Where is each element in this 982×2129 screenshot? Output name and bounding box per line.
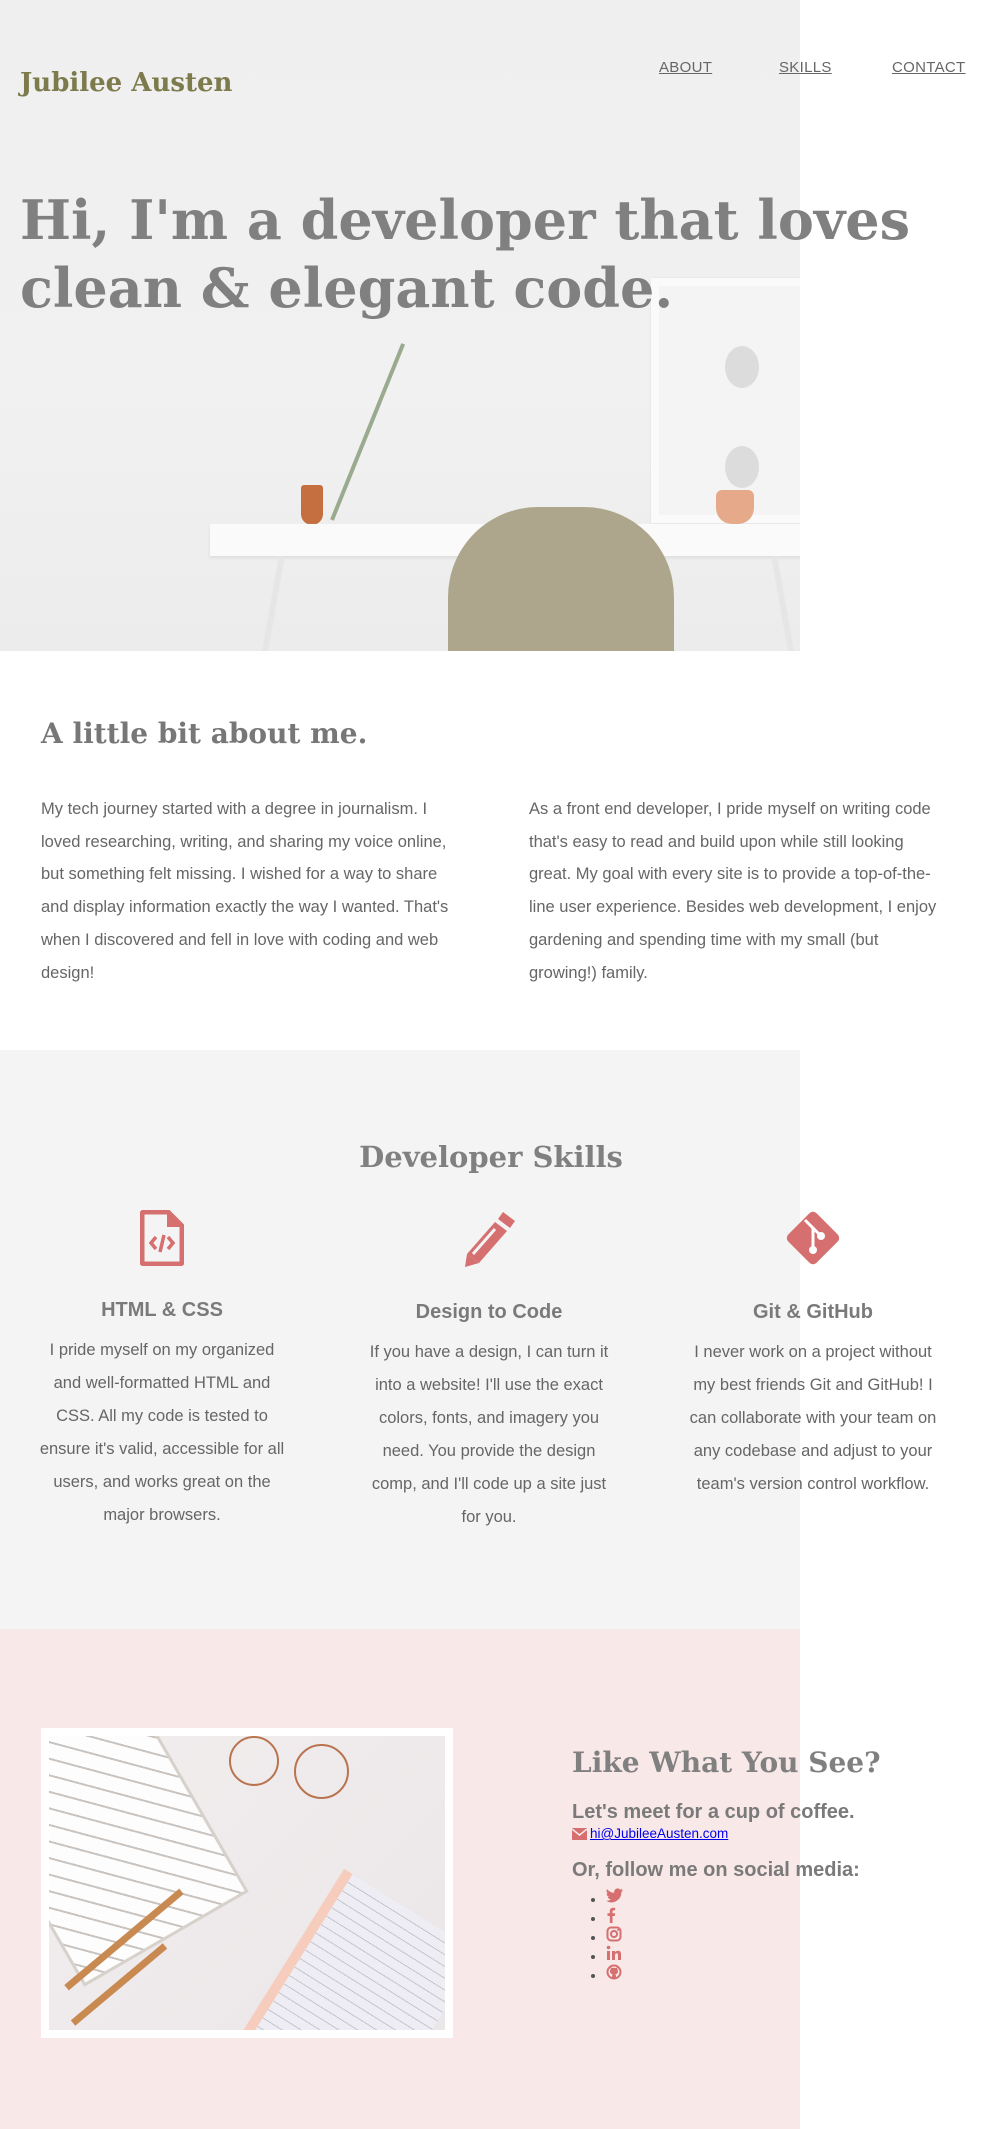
file-code-icon — [140, 1210, 184, 1266]
about-title: A little bit about me. — [41, 717, 368, 750]
github-icon[interactable] — [606, 1964, 622, 1980]
pencil-icon — [465, 1212, 515, 1267]
social-twitter[interactable] — [606, 1888, 972, 1907]
candle-image — [301, 485, 323, 525]
twitter-icon[interactable] — [606, 1888, 624, 1904]
nav-about[interactable]: ABOUT — [659, 59, 712, 76]
git-icon — [786, 1211, 840, 1265]
skill-text: I pride myself on my organized and well-… — [39, 1341, 285, 1524]
nav-skills[interactable]: SKILLS — [779, 59, 832, 76]
skill-title: Git & GitHub — [753, 1301, 873, 1323]
plant-image — [330, 343, 406, 521]
social-title: Or, follow me on social media: — [572, 1859, 860, 1881]
skill-title: Design to Code — [415, 1301, 563, 1323]
instagram-icon[interactable] — [606, 1926, 622, 1942]
skill-design-to-code: Design to Code If you have a design, I c… — [364, 1210, 614, 1534]
linkedin-icon[interactable] — [606, 1945, 622, 1961]
chair-image — [448, 507, 674, 651]
skill-text: If you have a design, I can turn it into… — [369, 1343, 609, 1526]
skill-html-css: HTML & CSS I pride myself on my organize… — [37, 1210, 287, 1532]
social-instagram[interactable] — [606, 1926, 972, 1945]
hero-headline: Hi, I'm a developer that loves clean & el… — [20, 186, 910, 322]
email-link[interactable]: hi@JubileeAusten.com — [590, 1826, 728, 1841]
social-facebook[interactable] — [606, 1907, 972, 1926]
contact-subtitle: Let's meet for a cup of coffee. — [572, 1801, 855, 1823]
pot-image — [716, 490, 754, 524]
envelope-icon — [572, 1827, 587, 1840]
headline-line-2: clean & elegant code. — [20, 256, 674, 320]
desk-flatlay-photo — [41, 1728, 453, 2038]
skill-text: I never work on a project without my bes… — [689, 1343, 937, 1493]
about-section: A little bit about me. My tech journey s… — [0, 651, 982, 1050]
social-github[interactable] — [606, 1964, 972, 1983]
headline-line-1: Hi, I'm a developer that loves — [20, 188, 910, 252]
nav-contact[interactable]: CONTACT — [892, 59, 965, 76]
site-logo[interactable]: Jubilee Austen — [20, 68, 232, 98]
about-paragraph-left: My tech journey started with a degree in… — [41, 800, 449, 982]
contact-title: Like What You See? — [572, 1746, 881, 1779]
social-linkedin[interactable] — [606, 1945, 972, 1964]
facebook-icon[interactable] — [606, 1907, 616, 1923]
skill-title: HTML & CSS — [101, 1299, 223, 1321]
social-list — [606, 1888, 972, 1983]
about-paragraph-right: As a front end developer, I pride myself… — [529, 800, 937, 982]
skill-git-github: Git & GitHub I never work on a project w… — [688, 1210, 938, 1501]
contact-info: Like What You See? Let's meet for a cup … — [572, 1746, 972, 1983]
skills-title: Developer Skills — [359, 1140, 623, 1174]
